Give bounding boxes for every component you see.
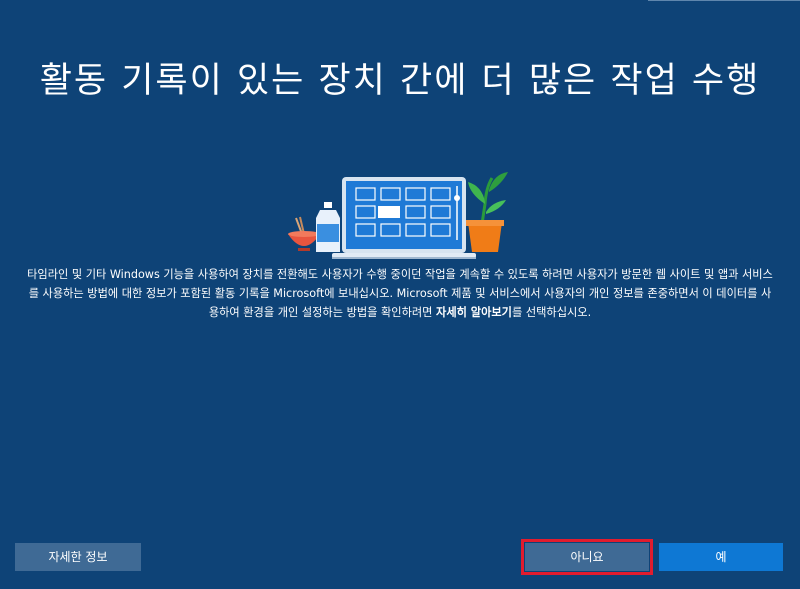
description-text: 타임라인 및 기타 Windows 기능을 사용하여 장치를 전환해도 사용자가… xyxy=(24,265,776,322)
top-edge-line xyxy=(648,0,800,1)
plant-icon xyxy=(466,172,508,252)
laptop-icon xyxy=(332,177,476,259)
more-info-button[interactable]: 자세한 정보 xyxy=(15,543,141,571)
bottle-icon xyxy=(316,202,340,252)
learn-more-link[interactable]: 자세히 알아보기 xyxy=(436,306,512,319)
yes-button[interactable]: 예 xyxy=(659,543,783,571)
description-text-main: 타임라인 및 기타 Windows 기능을 사용하여 장치를 전환해도 사용자가… xyxy=(27,268,773,319)
no-button[interactable]: 아니요 xyxy=(521,539,653,575)
bowl-icon xyxy=(288,231,320,251)
hero-illustration xyxy=(270,164,530,264)
page-title: 활동 기록이 있는 장치 간에 더 많은 작업 수행 xyxy=(39,61,761,101)
description-text-end: 를 선택하십시오. xyxy=(511,306,592,319)
